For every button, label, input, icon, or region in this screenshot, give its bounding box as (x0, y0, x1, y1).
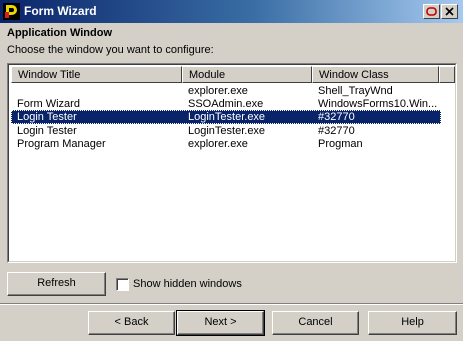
help-button[interactable]: Help (368, 311, 457, 335)
next-button[interactable]: Next > (176, 310, 265, 336)
section-title: Application Window (7, 27, 112, 39)
column-header-window-title[interactable]: Window Title (11, 66, 182, 83)
refresh-button[interactable]: Refresh (7, 272, 106, 296)
column-header-window-class[interactable]: Window Class (312, 66, 439, 83)
cell-module: LoginTester.exe (188, 125, 266, 137)
list-item[interactable]: Program Manager explorer.exe Progman (11, 137, 441, 151)
restore-button[interactable] (423, 4, 440, 19)
cell-module: SSOAdmin.exe (188, 98, 264, 110)
cell-window-class: WindowsForms10.Win... (318, 98, 438, 110)
close-button[interactable] (441, 4, 458, 19)
cell-module: LoginTester.exe (188, 111, 266, 123)
cell-window-title: Login Tester (17, 111, 77, 123)
title-bar[interactable]: Form Wizard (0, 0, 463, 23)
window-list[interactable]: Window Title Module Window Class explore… (7, 63, 457, 263)
restore-icon (426, 7, 437, 16)
cell-window-class: #32770 (318, 125, 355, 137)
separator (0, 303, 463, 305)
cell-window-class: Shell_TrayWnd (318, 85, 393, 97)
cell-window-class: Progman (318, 138, 363, 150)
show-hidden-label[interactable]: Show hidden windows (133, 278, 242, 291)
cell-window-title: Login Tester (17, 125, 77, 137)
window-title: Form Wizard (24, 4, 97, 18)
cell-module: explorer.exe (188, 85, 248, 97)
column-header-module[interactable]: Module (182, 66, 312, 83)
list-item[interactable]: Login Tester LoginTester.exe #32770 (11, 124, 441, 138)
cell-module: explorer.exe (188, 138, 248, 150)
list-item-selected[interactable]: Login Tester LoginTester.exe #32770 (11, 110, 441, 124)
show-hidden-checkbox[interactable] (116, 278, 129, 291)
list-item[interactable]: Form Wizard SSOAdmin.exe WindowsForms10.… (11, 97, 441, 111)
cell-window-title: Program Manager (17, 138, 106, 150)
cancel-button[interactable]: Cancel (272, 311, 359, 335)
cell-window-class: #32770 (318, 111, 355, 123)
close-icon (445, 7, 454, 16)
form-wizard-window: Form Wizard Application Window Choose th… (0, 0, 463, 341)
column-header-filler (439, 66, 455, 83)
back-button[interactable]: < Back (88, 311, 175, 335)
list-item[interactable]: explorer.exe Shell_TrayWnd (11, 84, 441, 98)
section-subtitle: Choose the window you want to configure: (7, 44, 214, 56)
redirect-logo-icon (3, 3, 20, 20)
cell-window-title: Form Wizard (17, 98, 80, 110)
